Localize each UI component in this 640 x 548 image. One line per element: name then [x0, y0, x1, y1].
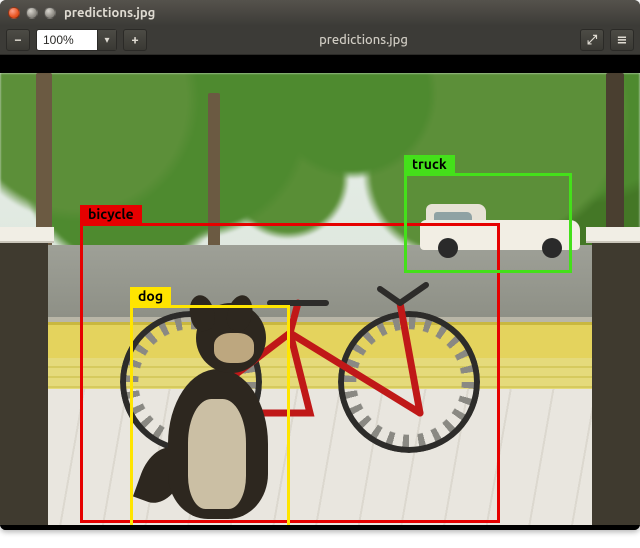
scene-pillar-left: [0, 227, 48, 525]
letterbox-bottom: [0, 525, 640, 530]
scene-pillar-right: [592, 227, 640, 525]
image-viewer-window: predictions.jpg − ▾ + predictions.jpg ⤢ …: [0, 0, 640, 530]
close-icon[interactable]: [8, 7, 20, 19]
toolbar-filename: predictions.jpg: [153, 33, 574, 47]
chevron-down-icon: ▾: [104, 34, 109, 46]
zoom-out-button[interactable]: −: [6, 29, 30, 51]
detection-box-dog: dog: [130, 305, 290, 525]
titlebar[interactable]: predictions.jpg: [0, 0, 640, 26]
detection-box-truck: truck: [404, 173, 572, 273]
window-title: predictions.jpg: [64, 6, 155, 20]
detection-label-dog: dog: [130, 287, 171, 305]
displayed-image: bicycle truck dog: [0, 73, 640, 525]
detection-label-truck: truck: [404, 155, 455, 173]
zoom-in-button[interactable]: +: [123, 29, 147, 51]
menu-button[interactable]: ≡: [610, 29, 634, 51]
fullscreen-button[interactable]: ⤢: [580, 29, 604, 51]
zoom-input[interactable]: [37, 33, 97, 47]
maximize-icon[interactable]: [44, 7, 56, 19]
detection-label-bicycle: bicycle: [80, 205, 142, 223]
image-viewport[interactable]: bicycle truck dog: [0, 55, 640, 530]
fullscreen-icon: ⤢: [587, 33, 597, 48]
minimize-icon[interactable]: [26, 7, 38, 19]
zoom-field[interactable]: ▾: [36, 29, 117, 51]
letterbox-top: [0, 55, 640, 73]
toolbar: − ▾ + predictions.jpg ⤢ ≡: [0, 26, 640, 55]
window-controls: [8, 7, 56, 19]
zoom-dropdown-button[interactable]: ▾: [97, 30, 116, 50]
hamburger-icon: ≡: [617, 33, 628, 48]
